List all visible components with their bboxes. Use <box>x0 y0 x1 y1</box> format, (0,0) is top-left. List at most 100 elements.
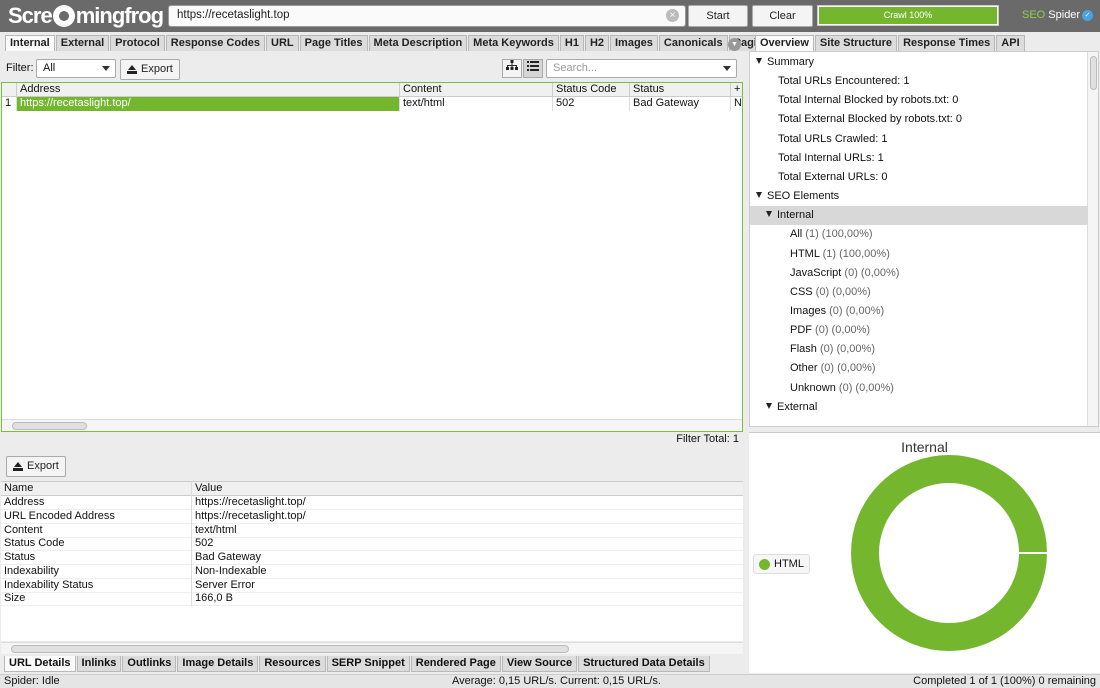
start-button[interactable]: Start <box>688 5 748 27</box>
tab-internal[interactable]: Internal <box>5 35 55 51</box>
tabs-overflow-chevron-icon[interactable]: ▼ <box>728 38 741 51</box>
tab-view-source[interactable]: View Source <box>501 656 578 672</box>
tree-item[interactable]: Total URLs Crawled: 1 <box>750 130 1088 149</box>
tree-item[interactable]: Summary <box>750 53 1088 72</box>
row-status-code[interactable]: 502 <box>553 97 630 111</box>
tree-scroll-thumb[interactable] <box>1090 56 1097 90</box>
tree-item[interactable]: Unknown (0) (0,00%) <box>750 379 1088 398</box>
grid-horizontal-scrollbar[interactable] <box>2 419 742 431</box>
tree-item[interactable]: Total Internal Blocked by robots.txt: 0 <box>750 91 1088 110</box>
table-row[interactable]: Indexability Status Server Error <box>1 578 743 593</box>
tree-item[interactable]: CSS (0) (0,00%) <box>750 283 1088 302</box>
tab-site-structure[interactable]: Site Structure <box>814 35 898 51</box>
tree-item[interactable]: Total External Blocked by robots.txt: 0 <box>750 110 1088 129</box>
tab-meta-keywords[interactable]: Meta Keywords <box>468 35 559 51</box>
tab-h2[interactable]: H2 <box>584 35 609 51</box>
details-scroll-thumb[interactable] <box>11 645 569 653</box>
tab-external[interactable]: External <box>55 35 110 51</box>
table-row[interactable]: Address https://recetaslight.top/ <box>1 496 743 510</box>
table-row[interactable]: Status Code 502 <box>1 537 743 552</box>
grid-header-address[interactable]: Address <box>17 83 400 97</box>
tree-item[interactable]: External <box>750 398 1088 417</box>
legend-label-html: HTML <box>774 558 804 570</box>
tree-view-button[interactable] <box>502 59 522 78</box>
details-export-button[interactable]: Export <box>6 456 66 477</box>
details-horizontal-scrollbar[interactable] <box>1 642 743 654</box>
grid-header-status[interactable]: Status <box>630 83 731 97</box>
tree-item[interactable]: Internal <box>750 206 1088 226</box>
detail-name: Status Code <box>1 537 192 552</box>
filter-select[interactable]: All <box>36 59 116 78</box>
results-grid: Address Content Status Code Status + 1 h… <box>1 82 743 432</box>
expand-triangle-icon[interactable] <box>766 402 772 409</box>
tab-rendered-page[interactable]: Rendered Page <box>410 656 501 672</box>
tab-response-times[interactable]: Response Times <box>898 35 996 51</box>
tree-item[interactable]: Images (0) (0,00%) <box>750 302 1088 321</box>
tree-vertical-scrollbar[interactable] <box>1087 52 1098 426</box>
chevron-down-icon[interactable] <box>723 66 731 71</box>
grid-scroll-thumb[interactable] <box>12 422 87 430</box>
details-header-value[interactable]: Value <box>192 482 743 496</box>
tree-item[interactable]: All (1) (100,00%) <box>750 225 1088 244</box>
table-row[interactable]: Indexability Non-Indexable <box>1 564 743 579</box>
details-header-name[interactable]: Name <box>1 482 192 496</box>
row-extra[interactable]: N <box>731 97 742 111</box>
tree-item[interactable]: Flash (0) (0,00%) <box>750 340 1088 359</box>
search-input[interactable]: Search... <box>546 59 737 78</box>
clear-button[interactable]: Clear <box>752 5 813 27</box>
tree-item[interactable]: HTML (1) (100,00%) <box>750 245 1088 264</box>
tree-item[interactable]: SEO Elements <box>750 187 1088 206</box>
export-button[interactable]: Export <box>120 59 180 80</box>
clear-url-icon[interactable]: × <box>666 9 679 22</box>
expand-triangle-icon[interactable] <box>756 58 762 64</box>
row-address[interactable]: https://recetaslight.top/ <box>17 97 400 111</box>
twitter-icon[interactable]: ✓ <box>1082 10 1093 21</box>
sitemap-icon <box>506 60 518 70</box>
tab-canonicals[interactable]: Canonicals <box>658 35 728 51</box>
tab-api[interactable]: API <box>996 35 1025 51</box>
left-tab-bar: Internal External Protocol Response Codes UR… <box>5 35 780 51</box>
tab-meta-description[interactable]: Meta Description <box>368 35 468 51</box>
tab-protocol[interactable]: Protocol <box>110 35 165 51</box>
tree-item[interactable]: Total External URLs: 0 <box>750 168 1088 187</box>
tree-item[interactable]: Total Internal URLs: 1 <box>750 149 1088 168</box>
grid-header-status-code[interactable]: Status Code <box>553 83 630 97</box>
table-row[interactable]: Content text/html <box>1 523 743 538</box>
row-status[interactable]: Bad Gateway <box>630 97 731 111</box>
grid-header-content[interactable]: Content <box>400 83 553 97</box>
tab-resources[interactable]: Resources <box>259 656 326 672</box>
tree-item[interactable]: JavaScript (0) (0,00%) <box>750 264 1088 283</box>
tab-overview[interactable]: Overview <box>755 35 814 51</box>
right-panel: Summary Total URLs Encountered: 1 Total In… <box>749 51 1100 673</box>
list-view-button[interactable] <box>523 59 543 78</box>
tab-response-codes[interactable]: Response Codes <box>165 35 266 51</box>
tab-images[interactable]: Images <box>610 35 658 51</box>
tab-inlinks[interactable]: Inlinks <box>76 656 122 672</box>
tree-item[interactable]: PDF (0) (0,00%) <box>750 321 1088 340</box>
url-input[interactable]: https://recetaslight.top × <box>168 5 686 27</box>
tab-page-titles[interactable]: Page Titles <box>299 35 368 51</box>
add-column-icon[interactable]: + <box>731 83 742 97</box>
crawl-completion: Completed 1 of 1 (100%) 0 remaining <box>913 675 1096 687</box>
table-row[interactable]: URL Encoded Address https://recetaslight.… <box>1 509 743 524</box>
tab-url[interactable]: URL <box>266 35 299 51</box>
tab-image-details[interactable]: Image Details <box>177 656 259 672</box>
expand-triangle-icon[interactable] <box>756 192 762 199</box>
table-row[interactable]: 1 https://recetaslight.top/ text/html 50… <box>2 97 742 111</box>
tab-serp-snippet[interactable]: SERP Snippet <box>326 656 410 672</box>
donut-slice-html[interactable] <box>851 455 1047 651</box>
chart-legend[interactable]: HTML <box>753 554 810 574</box>
expand-triangle-icon[interactable] <box>766 211 772 218</box>
tree-item[interactable]: Total URLs Encountered: 1 <box>750 72 1088 91</box>
tree-item-label: CSS <box>790 285 813 298</box>
tree-item-label: Other <box>790 362 818 375</box>
tab-url-details[interactable]: URL Details <box>4 656 76 672</box>
table-row[interactable]: Size 166,0 B <box>1 592 743 607</box>
tab-h1[interactable]: H1 <box>559 35 584 51</box>
table-row[interactable]: Status Bad Gateway <box>1 551 743 565</box>
tree-item[interactable]: Other (0) (0,00%) <box>750 359 1088 378</box>
tree-item-label: Images <box>790 304 827 317</box>
row-content[interactable]: text/html <box>400 97 553 111</box>
tab-outlinks[interactable]: Outlinks <box>122 656 177 672</box>
tab-structured-data-details[interactable]: Structured Data Details <box>578 656 710 672</box>
